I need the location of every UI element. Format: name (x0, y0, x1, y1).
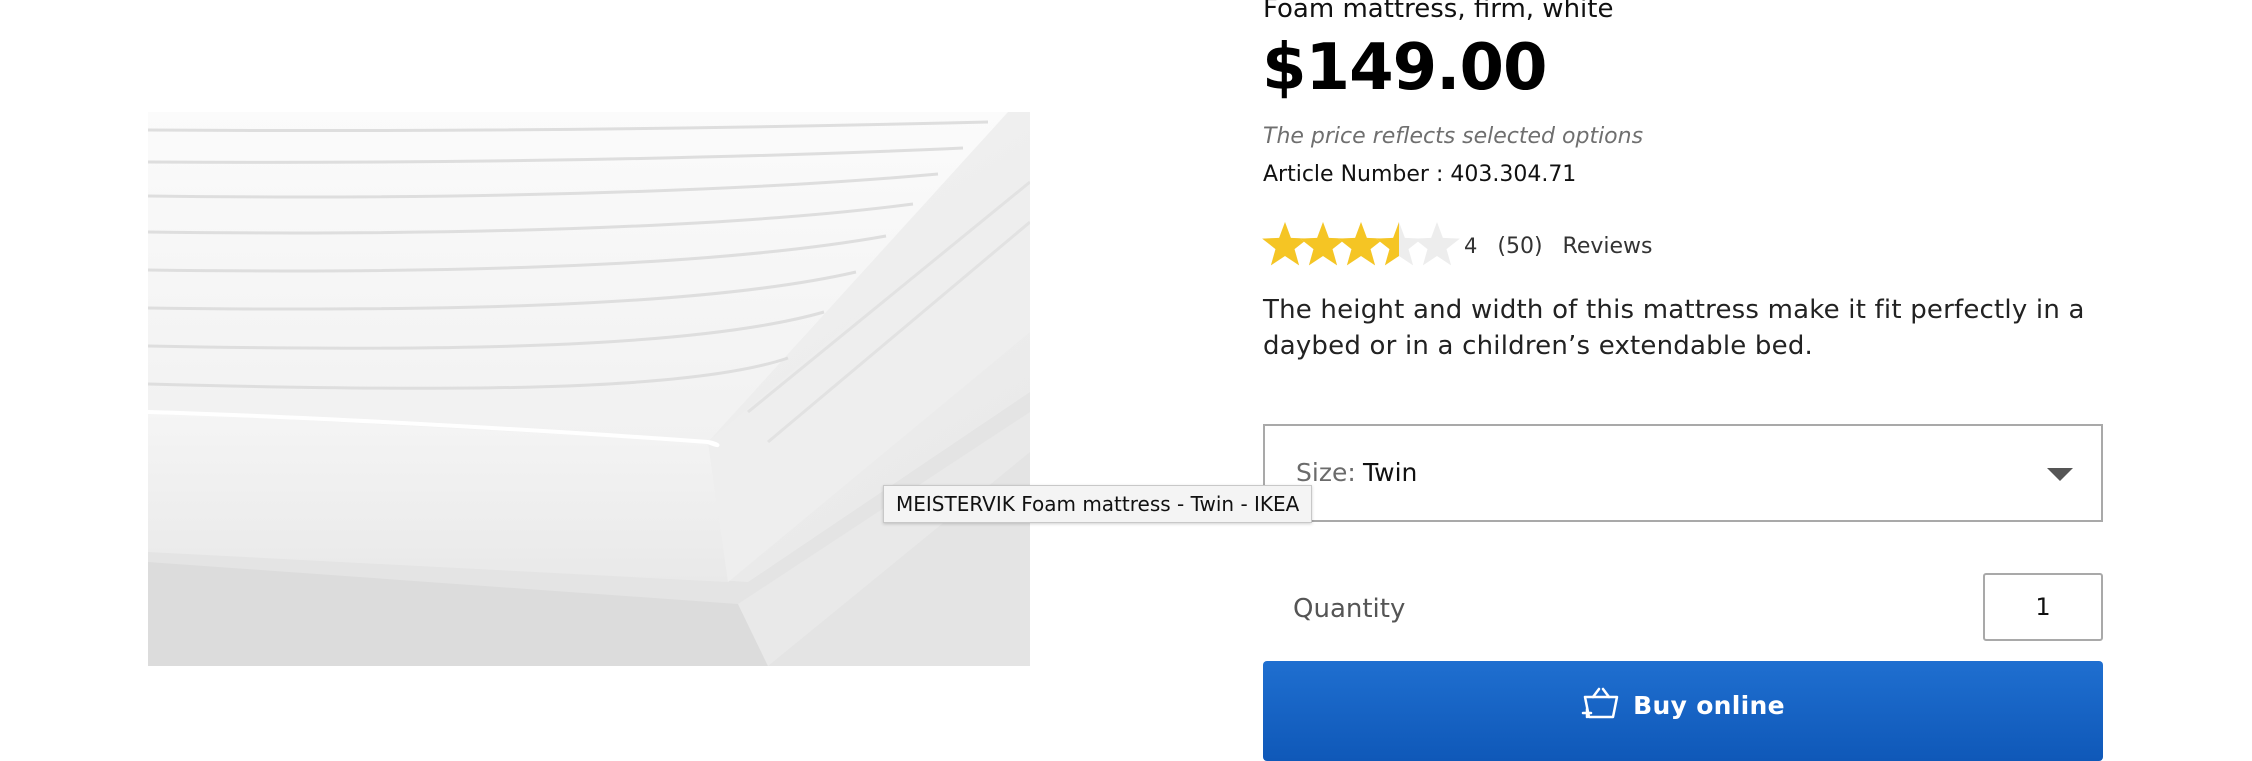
article-number-label: Article Number : (1263, 162, 1451, 187)
basket-icon (1581, 687, 1621, 725)
article-number-row: Article Number : 403.304.71 (1263, 160, 1576, 190)
product-image[interactable] (148, 112, 1030, 666)
buy-online-label: Buy online (1633, 691, 1785, 720)
star-rating[interactable] (1262, 220, 1474, 272)
stars-graphic (1262, 222, 1460, 266)
product-price: $149.00 (1262, 31, 1547, 105)
star-icon (1262, 222, 1308, 266)
quantity-label: Quantity (1293, 594, 1406, 624)
star-icon (1300, 222, 1346, 266)
star-icon (1338, 222, 1384, 266)
chevron-down-icon[interactable] (2047, 468, 2073, 481)
size-select[interactable]: Size: Twin (1263, 424, 2103, 522)
article-number-value: 403.304.71 (1450, 162, 1577, 187)
product-description: The height and width of this mattress ma… (1263, 295, 2085, 361)
quantity-input[interactable] (1983, 573, 2103, 641)
tooltip: MEISTERVIK Foam mattress - Twin - IKEA (883, 485, 1313, 523)
star-icon-empty (1414, 222, 1460, 266)
rating-score: 4 (1464, 234, 1478, 258)
product-subtitle: Foam mattress, firm, white (1263, 0, 1614, 24)
buy-online-button[interactable]: Buy online (1263, 661, 2103, 761)
rating: 4 (50) Reviews (1262, 220, 1653, 272)
price-note: The price reflects selected options (1263, 124, 1644, 149)
rating-count: (50) (1497, 233, 1543, 259)
reviews-link[interactable]: Reviews (1563, 234, 1653, 259)
mattress-photo (148, 112, 1030, 666)
size-value: Twin (1363, 458, 1418, 487)
